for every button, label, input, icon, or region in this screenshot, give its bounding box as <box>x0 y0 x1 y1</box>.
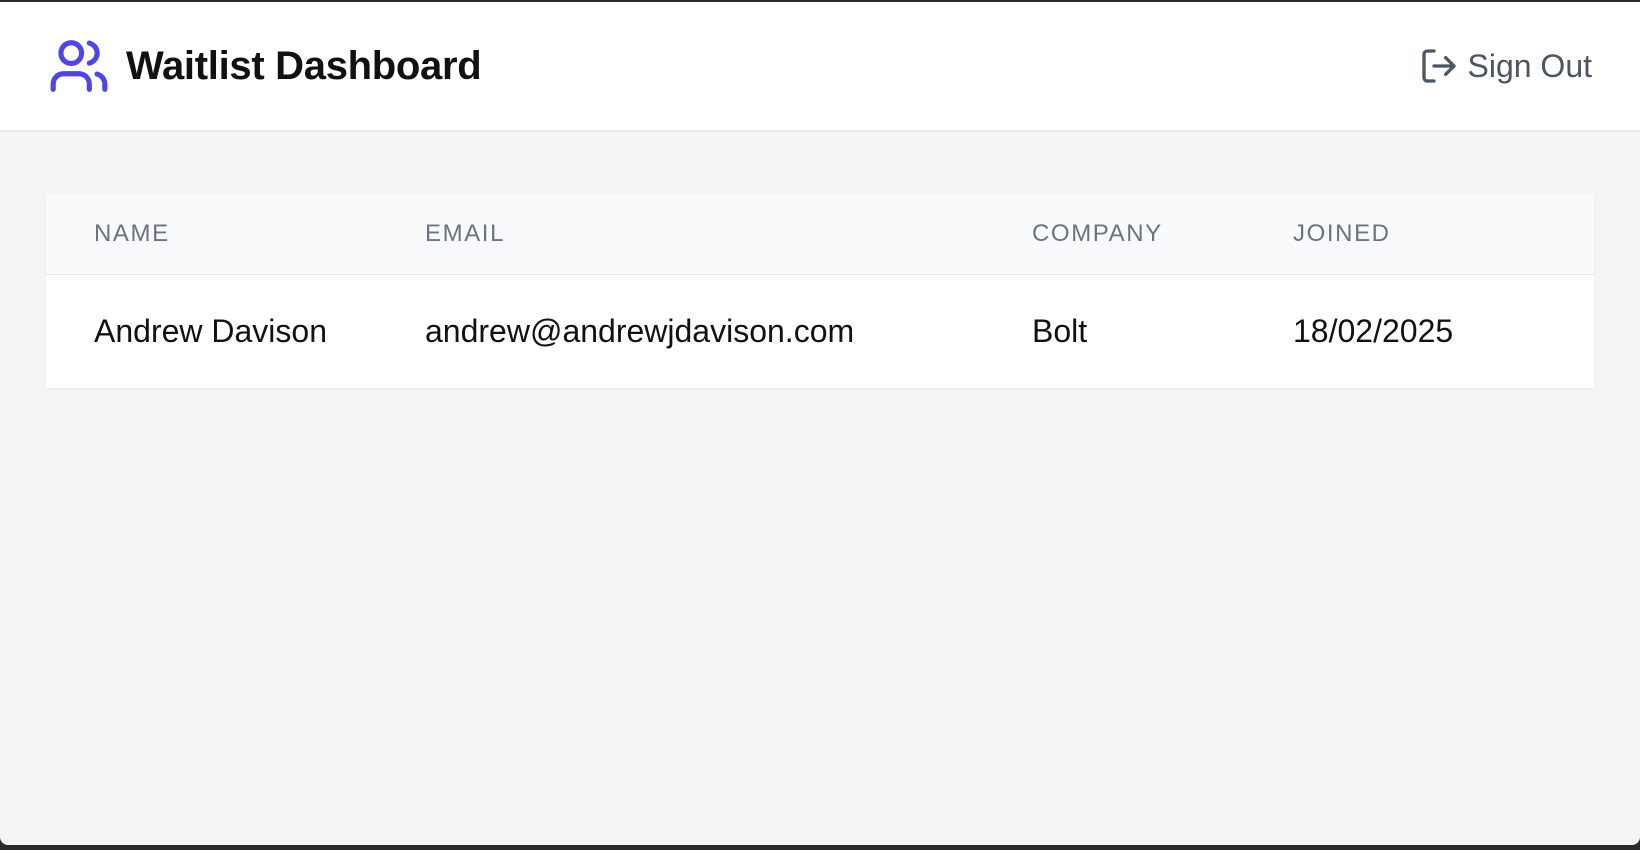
table-header-row: NAME EMAIL COMPANY JOINED <box>46 194 1594 274</box>
page-title: Waitlist Dashboard <box>126 43 482 88</box>
column-header-joined: JOINED <box>1293 219 1391 247</box>
column-header-company: COMPANY <box>1032 219 1163 247</box>
cell-company: Bolt <box>1032 312 1088 349</box>
waitlist-table: NAME EMAIL COMPANY JOINED Andrew Davison… <box>46 194 1594 388</box>
brand: Waitlist Dashboard <box>48 35 482 97</box>
column-header-name: NAME <box>94 219 170 247</box>
cell-email: andrew@andrewjdavison.com <box>425 312 855 349</box>
waitlist-table-card: NAME EMAIL COMPANY JOINED Andrew Davison… <box>46 194 1594 388</box>
sign-out-button[interactable]: Sign Out <box>1419 46 1592 86</box>
table-row: Andrew Davison andrew@andrewjdavison.com… <box>46 274 1594 388</box>
app-window: Waitlist Dashboard Sign Out NAME EMAIL C… <box>0 2 1640 845</box>
top-header: Waitlist Dashboard Sign Out <box>0 2 1640 130</box>
users-icon <box>48 35 110 97</box>
cell-joined: 18/02/2025 <box>1293 312 1454 349</box>
cell-name: Andrew Davison <box>94 312 327 349</box>
column-header-email: EMAIL <box>425 219 506 247</box>
sign-out-label: Sign Out <box>1467 47 1592 84</box>
sign-out-icon <box>1419 46 1459 86</box>
